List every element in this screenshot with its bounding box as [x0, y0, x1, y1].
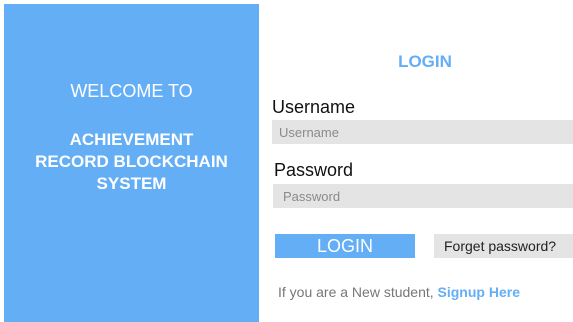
- password-input[interactable]: [273, 184, 573, 208]
- login-title: LOGIN: [398, 52, 452, 71]
- welcome-greeting: WELCOME TO: [70, 81, 193, 101]
- system-name-line: ACHIEVEMENT: [69, 130, 194, 149]
- login-page: WELCOME TO ACHIEVEMENT RECORD BLOCKCHAIN…: [0, 0, 573, 322]
- username-label: Username: [272, 97, 356, 117]
- username-input[interactable]: [272, 120, 573, 144]
- signup-prompt: If you are a New student, Signup Here: [278, 284, 520, 300]
- password-label: Password: [274, 160, 354, 180]
- login-button[interactable]: LOGIN: [275, 234, 415, 258]
- signup-link[interactable]: Signup Here: [438, 284, 520, 300]
- system-name: ACHIEVEMENT RECORD BLOCKCHAIN SYSTEM: [4, 129, 259, 195]
- system-name-line: SYSTEM: [96, 174, 167, 193]
- welcome-panel: WELCOME TO ACHIEVEMENT RECORD BLOCKCHAIN…: [4, 4, 259, 322]
- system-name-line: RECORD BLOCKCHAIN: [35, 152, 228, 171]
- new-student-text: If you are a New student,: [278, 284, 434, 300]
- forget-password-button[interactable]: Forget password?: [434, 234, 573, 258]
